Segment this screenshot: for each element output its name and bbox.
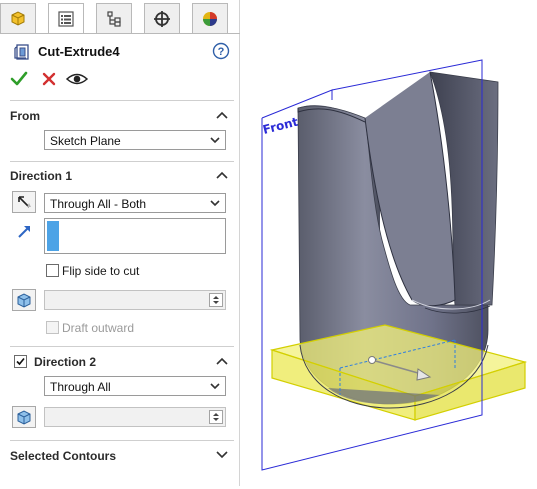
chevron-down-icon[interactable] [216, 450, 228, 460]
from-dropdown-value: Sketch Plane [50, 134, 121, 148]
flip-side-to-cut-checkbox[interactable] [46, 264, 59, 277]
tab-dimxpert[interactable] [144, 3, 180, 33]
separator [10, 161, 234, 162]
configurationmanager-icon [107, 10, 121, 27]
direction1-end-condition-value: Through All - Both [50, 197, 147, 211]
confirm-check-icon[interactable] [10, 70, 28, 88]
separator [10, 346, 234, 347]
svg-text:?: ? [218, 46, 225, 58]
feature-title-row: Cut-Extrude4 ? [0, 40, 240, 64]
spin-buttons[interactable] [209, 410, 223, 424]
reverse-direction-icon [18, 196, 31, 208]
chevron-up-icon[interactable] [216, 170, 228, 180]
draft-icon [17, 293, 31, 308]
direction2-end-condition-value: Through All [50, 380, 111, 394]
draft-icon [17, 410, 31, 425]
spin-up-down-icon [213, 413, 219, 421]
draft-outward-checkbox[interactable] [46, 321, 59, 334]
display-manager-icon [203, 11, 217, 26]
graphics-area[interactable]: Front Plane [240, 0, 537, 486]
spin-up-down-icon [213, 296, 219, 304]
checkmark-icon [16, 357, 25, 366]
manager-tabs [0, 0, 240, 34]
spin-buttons[interactable] [209, 293, 223, 307]
cancel-x-icon[interactable] [40, 70, 58, 88]
direction2-header-label: Direction 2 [34, 355, 97, 369]
selection-box-color-stripe [47, 221, 59, 251]
tab-propertymanager[interactable] [48, 3, 84, 34]
separator [10, 100, 234, 101]
direction2-end-condition-dropdown[interactable]: Through All [44, 376, 226, 396]
preview-eye-icon[interactable] [66, 70, 88, 88]
property-manager-panel: Cut-Extrude4 ? From Sketch Plane Directi… [0, 0, 240, 486]
direction-vector-icon [18, 226, 30, 238]
featuremanager-icon [11, 10, 25, 26]
selected-contours-header-label: Selected Contours [10, 449, 117, 463]
direction-of-extrusion-selection-box[interactable] [44, 218, 226, 254]
direction1-end-condition-dropdown[interactable]: Through All - Both [44, 193, 226, 213]
direction2-draft-angle-spinbox[interactable] [44, 407, 226, 427]
chevron-down-icon [210, 383, 220, 390]
direction2-section-header[interactable]: Direction 2 [10, 355, 234, 373]
selected-contours-section-header[interactable]: Selected Contours [10, 449, 234, 467]
help-icon[interactable]: ? [212, 42, 230, 60]
chevron-down-icon [210, 137, 220, 144]
direction1-draft-angle-spinbox[interactable] [44, 290, 226, 310]
tab-configurationmanager[interactable] [96, 3, 132, 33]
model-view[interactable]: Front Plane [240, 0, 537, 486]
cut-extrude-feature-icon [14, 44, 29, 60]
tab-featuremanager[interactable] [0, 3, 36, 33]
chevron-up-icon[interactable] [216, 110, 228, 120]
separator [10, 440, 234, 441]
chevron-down-icon [210, 200, 220, 207]
tabs-divider [0, 33, 240, 34]
from-section-header[interactable]: From [10, 109, 234, 127]
tab-display-manager[interactable] [192, 3, 228, 33]
dimxpert-icon [154, 10, 170, 27]
chevron-up-icon[interactable] [216, 356, 228, 366]
direction1-header-label: Direction 1 [10, 169, 73, 183]
flip-side-to-cut-label: Flip side to cut [62, 264, 140, 278]
from-dropdown[interactable]: Sketch Plane [44, 130, 226, 150]
reverse-direction-button[interactable] [12, 191, 36, 213]
from-header-label: From [10, 109, 40, 123]
direction1-section-header[interactable]: Direction 1 [10, 169, 234, 187]
propertymanager-icon [58, 11, 74, 27]
draft-outward-label: Draft outward [62, 321, 135, 335]
direction2-checkbox[interactable] [14, 355, 27, 368]
feature-title: Cut-Extrude4 [38, 44, 120, 59]
draft-toggle-button[interactable] [12, 289, 36, 311]
direction2-draft-toggle-button[interactable] [12, 406, 36, 428]
